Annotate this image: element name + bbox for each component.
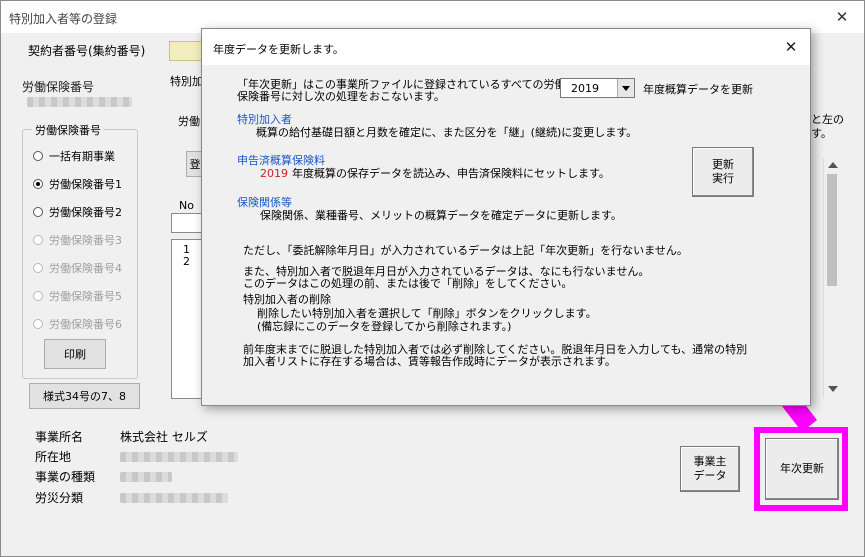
scroll-up-icon[interactable] [828, 162, 838, 168]
window-title: 特別加入者等の登録 [9, 12, 118, 26]
radio-roudou-2[interactable]: 労働保険番号2 [33, 204, 122, 220]
contract-number-label: 契約者番号(集約番号) [28, 44, 146, 58]
dialog-title: 年度データを更新します。 [213, 43, 344, 56]
radio-label: 労働保険番号6 [49, 318, 122, 331]
shurui-value [120, 472, 172, 482]
radio-dot [33, 235, 43, 245]
update-dialog: 年度データを更新します。 ✕ 「年次更新」はこの事業所ファイルに登録されているす… [201, 28, 811, 406]
highlight-box [754, 427, 848, 511]
section-hoken-heading: 保険関係等 [237, 196, 292, 209]
dialog-title-bar: 年度データを更新します。 ✕ [202, 29, 810, 65]
section-shinkoku-heading: 申告済概算保険料 [237, 154, 325, 167]
radio-label: 労働保険番号5 [49, 290, 122, 303]
section-tokubetsu-text: 概算の給付基礎日額と月数を確定に、また区分を「継」(継続)に変更します。 [256, 126, 638, 139]
shozaichi-label: 所在地 [35, 450, 72, 464]
roudou-number-group-title: 労働保険番号 [32, 122, 104, 138]
radio-label: 一括有期事業 [49, 150, 115, 163]
radio-label: 労働保険番号4 [49, 262, 122, 275]
roudou-number-value [27, 97, 132, 107]
list-item[interactable]: 2 [183, 255, 190, 268]
label-partial: 労働 [178, 115, 200, 128]
note-sakujo-line3: (備忘録にこのデータを登録してから削除されます。) [257, 320, 512, 333]
tab-special-partial[interactable]: 特別加 [170, 75, 203, 88]
button-label-line1: 更新 [712, 158, 734, 172]
radio-dot [33, 207, 43, 217]
note-sakujo-line2: 削除したい特別加入者を選択して「削除」ボタンをクリックします。 [257, 307, 597, 320]
note-dattai-line2: このデータはこの処理の前、または後で「削除」をしてください。 [243, 277, 573, 290]
radio-roudou-4: 労働保険番号4 [33, 260, 122, 276]
rousai-value [120, 493, 228, 503]
no-column-header: No [179, 199, 194, 212]
section-tokubetsu-heading: 特別加入者 [237, 113, 292, 126]
year-select-value: 2019 [571, 82, 599, 95]
radio-dot [33, 291, 43, 301]
update-execute-button[interactable]: 更新 実行 [692, 147, 754, 197]
year-select[interactable]: 2019 [560, 78, 635, 98]
radio-dot-selected [33, 179, 43, 189]
button-label-line2: 実行 [712, 172, 734, 185]
radio-dot [33, 319, 43, 329]
radio-roudou-5: 労働保険番号5 [33, 288, 122, 304]
button-label-line1: 事業主 [693, 455, 727, 469]
radio-roudou-6: 労働保険番号6 [33, 316, 122, 332]
shurui-label: 事業の種類 [35, 470, 96, 484]
note-itaku: ただし、「委託解除年月日」が入力されているデータは上記「年次更新」を行ないません… [243, 244, 688, 257]
scroll-thumb[interactable] [827, 174, 837, 286]
section-shinkoku-text: 年度概算の保存データを読込み、申告済保険料にセットします。 [292, 167, 610, 180]
note-sakujo-heading: 特別加入者の削除 [243, 293, 331, 306]
window-close-button[interactable]: ✕ [820, 1, 864, 33]
button-label-line2: データ [693, 469, 727, 482]
right-partial-text: と左の す。 [811, 113, 844, 141]
intro-line2: 保険番号に対し次の処理をおこないます。 [237, 90, 445, 103]
radio-dot [33, 263, 43, 273]
dropdown-button[interactable] [617, 79, 634, 97]
section-hoken-text: 保険関係、業種番号、メリットの概算データを確定データに更新します。 [260, 209, 622, 222]
dialog-close-button[interactable]: ✕ [778, 35, 804, 59]
radio-label: 労働保険番号3 [49, 234, 122, 247]
radio-dot [33, 151, 43, 161]
section-shinkoku-year: 2019 [260, 167, 288, 180]
right-partial-line1: と左の [811, 113, 844, 126]
shozaichi-value [120, 452, 238, 462]
right-partial-line2: す。 [811, 127, 832, 140]
jigyousho-value: 株式会社 セルズ [120, 430, 208, 444]
members-list[interactable]: 1 2 [171, 239, 203, 399]
rousai-label: 労災分類 [35, 491, 84, 505]
jigyousho-label: 事業所名 [35, 430, 84, 444]
no-input[interactable] [171, 213, 203, 233]
list-scrollbar[interactable] [823, 158, 841, 398]
scroll-down-icon[interactable] [828, 386, 838, 392]
roudou-number-label: 労働保険番号 [22, 80, 95, 94]
dropdown-arrow-icon [622, 86, 630, 91]
radio-label: 労働保険番号1 [49, 178, 122, 191]
radio-ikkatsu[interactable]: 一括有期事業 [33, 148, 115, 164]
year-suffix-label: 年度概算データを更新 [643, 83, 753, 96]
form-34-button[interactable]: 様式34号の7、8 [29, 383, 140, 409]
radio-label: 労働保険番号2 [49, 206, 122, 219]
jigyounushi-data-button[interactable]: 事業主 データ [680, 446, 740, 492]
radio-roudou-1[interactable]: 労働保険番号1 [33, 176, 122, 192]
note-zennendo-line2: 加入者リストに存在する場合は、賃等報告作成時にデータが表示されます。 [243, 355, 616, 368]
print-button[interactable]: 印刷 [44, 339, 106, 369]
radio-roudou-3: 労働保険番号3 [33, 232, 122, 248]
